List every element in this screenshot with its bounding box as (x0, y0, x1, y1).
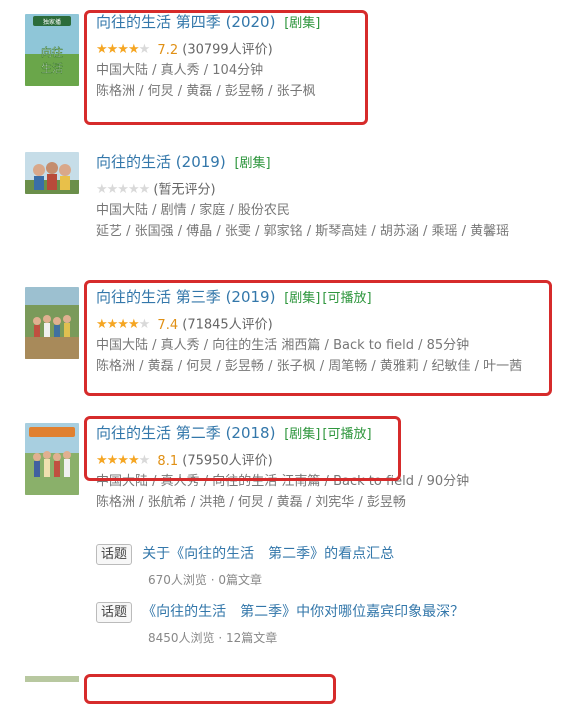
topic-1: 话题 关于《向往的生活 第二季》的看点汇总 670人浏览 · 0篇文章 (96, 543, 394, 588)
star-rating-icon: ★★★★★ (96, 182, 150, 197)
item-cast: 延艺 / 张国强 / 傅晶 / 张雯 / 郭家铭 / 斯琴高娃 / 胡苏涵 / … (96, 224, 510, 239)
highlight-box (84, 280, 552, 396)
topic-meta: 670人浏览 · 0篇文章 (148, 573, 262, 587)
topic-badge: 话题 (96, 544, 133, 565)
poster-1[interactable]: 独家播 向往 生活 (25, 14, 79, 86)
highlight-box (84, 674, 336, 704)
item-title[interactable]: 向往的生活 (2019) [剧集] (96, 152, 578, 174)
tag-series[interactable]: [剧集] (234, 156, 270, 171)
poster-2[interactable] (25, 152, 79, 194)
rating: ★★★★★ (暂无评分) (96, 180, 578, 200)
svg-text:向往: 向往 (41, 45, 63, 59)
svg-text:生活: 生活 (41, 61, 63, 75)
poster-5-partial (25, 676, 79, 682)
topic-2: 话题 《向往的生活 第二季》中你对哪位嘉宾印象最深？ 8450人浏览 · 12篇… (96, 601, 464, 646)
item-cast: 陈格洲 / 张航希 / 洪艳 / 何炅 / 黄磊 / 刘宪华 / 彭昱畅 (96, 495, 406, 510)
topic-link[interactable]: 关于《向往的生活 第二季》的看点汇总 (142, 546, 394, 562)
poster-3[interactable] (25, 287, 79, 359)
rating-count: (暂无评分) (153, 182, 216, 198)
topic-link[interactable]: 《向往的生活 第二季》中你对哪位嘉宾印象最深？ (142, 604, 464, 620)
topic-badge: 话题 (96, 602, 133, 623)
poster-badge: 独家播 (43, 18, 61, 26)
highlight-box (84, 10, 368, 125)
topic-meta: 8450人浏览 · 12篇文章 (148, 631, 278, 645)
highlight-box (84, 416, 401, 481)
poster-4[interactable] (25, 423, 79, 495)
item-meta: 中国大陆 / 剧情 / 家庭 / 股份农民 (96, 203, 290, 218)
